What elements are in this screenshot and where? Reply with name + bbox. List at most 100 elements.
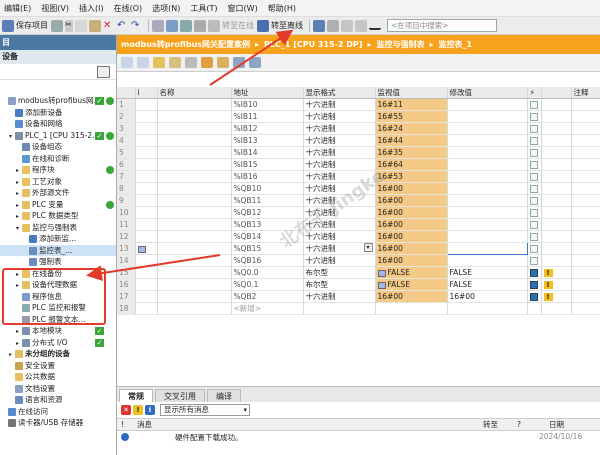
display-format-cell[interactable]: 十六进制: [303, 146, 376, 159]
name-cell[interactable]: [157, 182, 232, 195]
devices-tab[interactable]: 设备: [0, 50, 116, 64]
address-cell[interactable]: %IB11: [231, 110, 304, 123]
menu-item[interactable]: 帮助(H): [268, 3, 296, 14]
modify-value-cell[interactable]: [447, 110, 528, 123]
modify-value-cell[interactable]: [447, 302, 528, 315]
modify-enable-cell[interactable]: [527, 302, 542, 315]
table-row[interactable]: 17 %QB2 十六进制 16#00 16#00!: [117, 290, 600, 303]
tree-item[interactable]: 文档设置: [0, 383, 116, 395]
address-cell[interactable]: %IB12: [231, 122, 304, 135]
inspector-tab[interactable]: 编译: [207, 389, 241, 402]
modify-checkbox[interactable]: [529, 281, 538, 289]
name-cell[interactable]: [157, 266, 232, 279]
tree-item[interactable]: 设备组态: [0, 141, 116, 153]
address-cell[interactable]: %IB15: [231, 158, 304, 171]
modify-checkbox[interactable]: [529, 257, 538, 265]
modify-value-cell[interactable]: [447, 230, 528, 243]
modify-enable-cell[interactable]: [527, 230, 542, 243]
modify-value-cell[interactable]: [447, 170, 528, 183]
tree-item[interactable]: 添加新设备: [0, 107, 116, 119]
simulate-icon[interactable]: [194, 19, 206, 32]
menu-item[interactable]: 编辑(E): [4, 3, 31, 14]
table-row[interactable]: 1 %IB10 十六进制 16#11: [117, 98, 600, 111]
modify-enable-cell[interactable]: [527, 290, 542, 303]
modify-checkbox[interactable]: [529, 209, 538, 217]
tree-item[interactable]: ▸ 分布式 I/O ✓: [0, 337, 116, 349]
table-row[interactable]: 18 <新增>: [117, 302, 600, 315]
minimize-icon[interactable]: [369, 22, 381, 30]
modify-value-cell[interactable]: FALSE: [447, 266, 528, 279]
name-cell[interactable]: [157, 134, 232, 147]
modify-checkbox[interactable]: [529, 161, 538, 169]
breadcrumb-item[interactable]: PLC_1 [CPU 315-2 DP]: [264, 40, 362, 49]
info-filter-icon[interactable]: i: [145, 405, 155, 415]
modify-value-cell[interactable]: [447, 146, 528, 159]
accessible-devices-icon[interactable]: [313, 19, 325, 32]
tree-item[interactable]: ▸ 外部源文件: [0, 187, 116, 199]
show-all-columns-icon[interactable]: [233, 57, 245, 68]
address-cell[interactable]: %IB14: [231, 146, 304, 159]
modify-enable-cell[interactable]: [527, 98, 542, 111]
paste-icon[interactable]: [89, 19, 101, 32]
go-offline-button[interactable]: 转至离线: [257, 19, 303, 33]
tree-item[interactable]: ▸ 工艺对象: [0, 176, 116, 188]
modify-enable-cell[interactable]: [527, 110, 542, 123]
name-cell[interactable]: [157, 278, 232, 291]
modify-checkbox[interactable]: [529, 173, 538, 181]
message-filter-select[interactable]: 显示所有消息: [160, 404, 250, 416]
name-cell[interactable]: [157, 194, 232, 207]
tree-item[interactable]: 在线访问: [0, 406, 116, 418]
modify-value-cell[interactable]: [447, 206, 528, 219]
tree-item[interactable]: 安全设置: [0, 360, 116, 372]
name-cell[interactable]: [157, 206, 232, 219]
comment-cell[interactable]: [571, 254, 600, 267]
name-cell[interactable]: [157, 146, 232, 159]
modify-value-cell[interactable]: FALSE: [447, 278, 528, 291]
row-edit-icon[interactable]: [137, 245, 146, 253]
comment-cell[interactable]: [571, 266, 600, 279]
address-cell[interactable]: %QB16: [231, 254, 304, 267]
breadcrumb-item[interactable]: 监控与强制表: [376, 39, 424, 50]
modify-checkbox[interactable]: [529, 137, 538, 145]
modify-value-cell[interactable]: [447, 98, 528, 111]
tree-item[interactable]: 添加新监...: [0, 233, 116, 245]
inspector-tab[interactable]: 常规: [119, 389, 153, 402]
modify-enable-cell[interactable]: [527, 122, 542, 135]
modify-enable-cell[interactable]: [527, 206, 542, 219]
comment-cell[interactable]: [571, 134, 600, 147]
modify-checkbox[interactable]: [529, 221, 538, 229]
address-cell[interactable]: %Q0.1: [231, 278, 304, 291]
column-header[interactable]: 地址: [231, 87, 304, 99]
comment-cell[interactable]: [571, 158, 600, 171]
redo-icon[interactable]: ↷: [131, 20, 143, 32]
modify-enable-cell[interactable]: [527, 182, 542, 195]
cross-reference-icon[interactable]: [327, 19, 339, 32]
display-format-cell[interactable]: 十六进制: [303, 254, 376, 267]
modify-checkbox[interactable]: [529, 125, 538, 133]
display-format-cell[interactable]: [303, 302, 376, 315]
modify-enable-cell[interactable]: [527, 254, 542, 267]
name-cell[interactable]: [157, 254, 232, 267]
tree-item[interactable]: ▸ PLC 数据类型: [0, 210, 116, 222]
menu-item[interactable]: 视图(V): [41, 3, 69, 14]
menu-item[interactable]: 工具(T): [190, 3, 217, 14]
tree-item[interactable]: modbus转profibus网... ✓: [0, 95, 116, 107]
display-format-cell[interactable]: 十六进制: [303, 110, 376, 123]
name-cell[interactable]: [157, 158, 232, 171]
column-header[interactable]: 注释: [571, 87, 600, 99]
breadcrumb-item[interactable]: modbus转profibus网关配置案例: [121, 39, 250, 50]
modify-enable-cell[interactable]: [527, 266, 542, 279]
go-online-button[interactable]: 转至在线: [208, 19, 254, 33]
tree-item[interactable]: ▸ PLC 变量: [0, 199, 116, 211]
name-cell[interactable]: [157, 290, 232, 303]
table-row[interactable]: 11 %QB13 十六进制 16#00: [117, 218, 600, 231]
insert-row-icon[interactable]: [121, 57, 133, 68]
name-cell[interactable]: [157, 230, 232, 243]
tree-item[interactable]: 公共数据: [0, 371, 116, 383]
modify-enable-cell[interactable]: [527, 194, 542, 207]
display-format-cell[interactable]: 十六进制: [303, 134, 376, 147]
tree-item[interactable]: ▸ 程序块: [0, 164, 116, 176]
modify-checkbox[interactable]: [529, 101, 538, 109]
monitor-once-icon[interactable]: [217, 57, 229, 68]
show-extended-icon[interactable]: [249, 57, 261, 68]
